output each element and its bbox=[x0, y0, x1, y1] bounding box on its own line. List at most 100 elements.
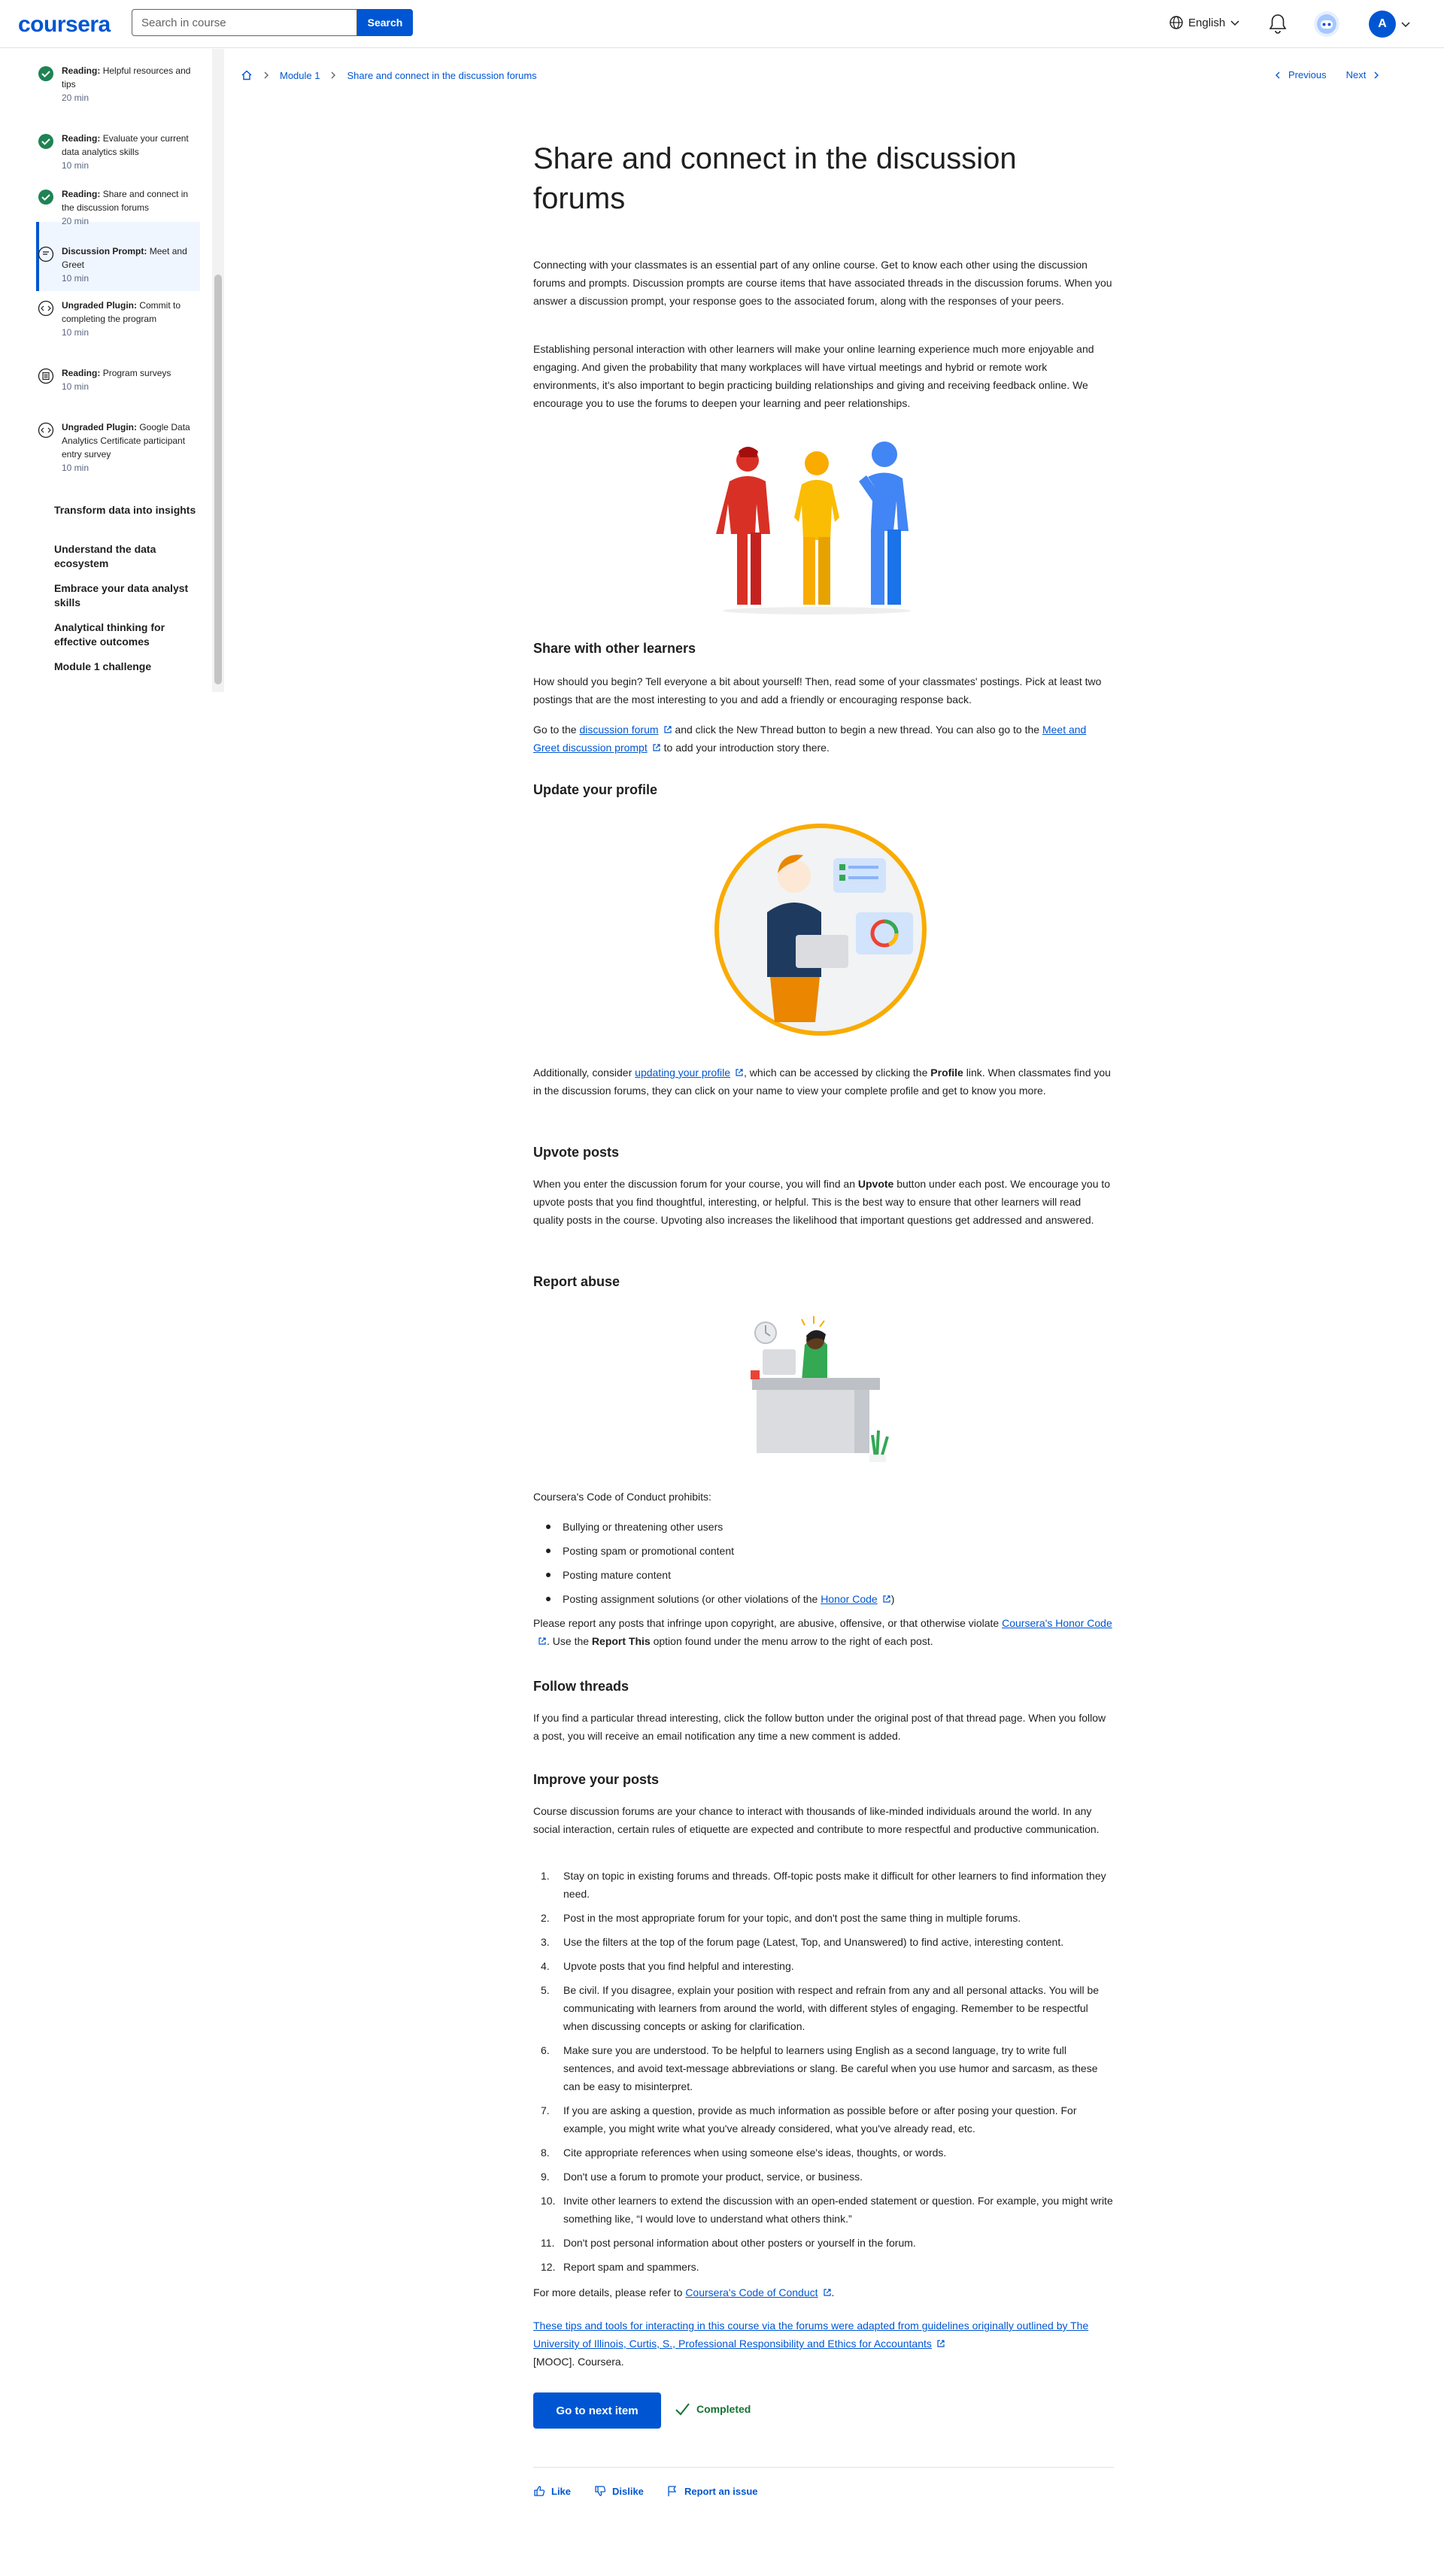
item-type: Discussion Prompt: bbox=[62, 246, 147, 256]
bell-icon[interactable] bbox=[1268, 13, 1288, 34]
text-span: to add your introduction story there. bbox=[660, 742, 830, 754]
tip-text: Don't post personal information about ot… bbox=[563, 2237, 916, 2249]
reading-icon bbox=[38, 368, 54, 384]
text-span: , which can be accessed by clicking the bbox=[744, 1067, 931, 1079]
text-span: and click the New Thread button to begin… bbox=[672, 724, 1042, 736]
sidebar-module-embrace[interactable]: Embrace your data analyst skills bbox=[54, 581, 197, 610]
course-sidebar: Reading: Helpful resources and tips 20 mi… bbox=[0, 49, 224, 692]
dislike-button[interactable]: Dislike bbox=[594, 2485, 644, 2497]
share-paragraph-2: Go to the discussion forum and click the… bbox=[533, 721, 1114, 757]
people-illustration bbox=[716, 441, 911, 614]
code-of-conduct-intro: Coursera's Code of Conduct prohibits: bbox=[533, 1491, 711, 1503]
source-paragraph: These tips and tools for interacting in … bbox=[533, 2317, 1114, 2371]
chevron-right-icon bbox=[331, 71, 336, 79]
course-search: Search bbox=[132, 9, 413, 36]
discussion-forum-link[interactable]: discussion forum bbox=[579, 724, 658, 736]
breadcrumb-page[interactable]: Share and connect in the discussion foru… bbox=[347, 70, 536, 81]
home-icon[interactable] bbox=[241, 69, 253, 81]
courseras-honor-code-link[interactable]: Coursera's Honor Code bbox=[1002, 1617, 1112, 1629]
external-link-icon bbox=[937, 2340, 945, 2347]
external-link-icon bbox=[736, 1069, 743, 1076]
completed-label: Completed bbox=[696, 2403, 751, 2415]
plugin-icon bbox=[38, 422, 54, 438]
sidebar-item-share-connect[interactable]: Reading: Share and connect in the discus… bbox=[38, 178, 199, 228]
list-item: 8. Cite appropriate references when using… bbox=[541, 2147, 947, 2159]
language-selector[interactable]: English bbox=[1169, 15, 1240, 30]
item-duration: 20 min bbox=[62, 216, 89, 226]
flag-icon bbox=[668, 2486, 677, 2496]
coach-bot-icon[interactable] bbox=[1313, 11, 1340, 38]
sidebar-item-evaluate-skills[interactable]: Reading: Evaluate your current data anal… bbox=[38, 123, 199, 172]
list-item: Posting assignment solutions (or other v… bbox=[546, 1590, 1103, 1614]
chevron-right-icon bbox=[264, 71, 268, 79]
report-issue-button[interactable]: Report an issue bbox=[666, 2485, 758, 2497]
item-duration: 10 min bbox=[62, 463, 89, 473]
text-span: . bbox=[831, 2286, 835, 2298]
avatar[interactable]: A bbox=[1369, 11, 1396, 38]
external-link-icon bbox=[653, 744, 660, 751]
plugin-icon bbox=[38, 300, 54, 317]
sidebar-item-commit[interactable]: Ungraded Plugin: Commit to completing th… bbox=[38, 290, 199, 339]
external-link-icon bbox=[538, 1637, 546, 1645]
language-label: English bbox=[1188, 16, 1226, 29]
upvote-paragraph: When you enter the discussion forum for … bbox=[533, 1175, 1114, 1229]
search-input[interactable] bbox=[132, 9, 357, 36]
next-button[interactable]: Next bbox=[1346, 69, 1382, 80]
breadcrumb-module[interactable]: Module 1 bbox=[280, 70, 320, 81]
coursera-logo[interactable]: coursera bbox=[18, 12, 111, 38]
text-span: When you enter the discussion forum for … bbox=[533, 1178, 858, 1190]
check-circle-icon bbox=[38, 190, 53, 205]
list-item: Posting mature content bbox=[546, 1566, 1103, 1590]
globe-icon bbox=[1169, 16, 1183, 29]
item-type: Reading: bbox=[62, 133, 101, 144]
text-span: Please report any posts that infringe up… bbox=[533, 1617, 1003, 1629]
sidebar-module-ecosystem[interactable]: Understand the data ecosystem bbox=[54, 542, 197, 571]
item-duration: 10 min bbox=[62, 381, 89, 392]
go-to-next-item-button[interactable]: Go to next item bbox=[533, 2392, 661, 2429]
user-menu[interactable]: A bbox=[1369, 11, 1411, 38]
sidebar-item-helpful-resources[interactable]: Reading: Helpful resources and tips 20 mi… bbox=[38, 55, 199, 105]
profile-heading: Update your profile bbox=[533, 782, 658, 797]
update-profile-link[interactable]: updating your profile bbox=[635, 1067, 730, 1079]
sidebar-module-transform[interactable]: Transform data into insights bbox=[54, 503, 197, 517]
tip-text: Invite other learners to extend the disc… bbox=[563, 2195, 1113, 2225]
prohibited-list: Bullying or threatening other users Post… bbox=[546, 1518, 1103, 1614]
item-duration: 10 min bbox=[62, 327, 89, 338]
list-item: 7. If you are asking a question, provide … bbox=[541, 2104, 1077, 2135]
external-link-icon bbox=[823, 2289, 831, 2296]
list-item: Bullying or threatening other users bbox=[546, 1518, 1103, 1542]
item-navigation: Previous Next bbox=[1273, 69, 1381, 80]
thumbs-down-icon bbox=[595, 2486, 606, 2496]
list-item: 4. Upvote posts that you find helpful and… bbox=[541, 1960, 794, 1972]
tip-text: Post in the most appropriate forum for y… bbox=[563, 1912, 1021, 1924]
text-span: Additionally, consider bbox=[533, 1067, 636, 1079]
discussion-icon bbox=[38, 246, 54, 262]
tip-text: Make sure you are understood. To be help… bbox=[563, 2044, 1098, 2092]
honor-code-link[interactable]: Honor Code bbox=[821, 1593, 878, 1605]
tip-text: Use the filters at the top of the forum … bbox=[563, 1936, 1064, 1948]
divider bbox=[533, 2467, 1114, 2468]
previous-label: Previous bbox=[1288, 69, 1327, 80]
previous-button[interactable]: Previous bbox=[1273, 69, 1327, 80]
code-of-conduct-link[interactable]: Coursera's Code of Conduct bbox=[685, 2286, 818, 2298]
sidebar-item-meet-greet[interactable]: Discussion Prompt: Meet and Greet 10 min bbox=[38, 235, 199, 285]
list-item: 3. Use the filters at the top of the foru… bbox=[541, 1936, 1064, 1948]
external-link-icon bbox=[663, 726, 672, 733]
check-circle-icon bbox=[38, 66, 53, 81]
search-button[interactable]: Search bbox=[357, 9, 413, 36]
guidelines-source-link[interactable]: These tips and tools for interacting in … bbox=[533, 2320, 1088, 2350]
improve-paragraph: Course discussion forums are your chance… bbox=[533, 1805, 1100, 1835]
sidebar-module-analytical[interactable]: Analytical thinking for effective outcom… bbox=[54, 620, 197, 649]
sidebar-item-entry-survey[interactable]: Ungraded Plugin: Google Data Analytics C… bbox=[38, 411, 199, 475]
scrollbar-thumb[interactable] bbox=[214, 275, 222, 684]
sidebar-module-challenge[interactable]: Module 1 challenge bbox=[54, 660, 197, 674]
like-button[interactable]: Like bbox=[533, 2485, 571, 2497]
text-span: For more details, please refer to bbox=[533, 2286, 686, 2298]
item-duration: 10 min bbox=[62, 160, 89, 171]
list-item: 5. Be civil. If you disagree, explain you… bbox=[541, 1984, 1100, 2032]
sidebar-item-program-surveys[interactable]: Reading: Program surveys 10 min bbox=[38, 357, 199, 393]
item-type: Reading: bbox=[62, 368, 101, 378]
sidebar-scrollbar[interactable] bbox=[212, 49, 224, 692]
breadcrumb: Module 1 Share and connect in the discus… bbox=[241, 69, 537, 81]
tip-text: Report spam and spammers. bbox=[563, 2261, 699, 2273]
